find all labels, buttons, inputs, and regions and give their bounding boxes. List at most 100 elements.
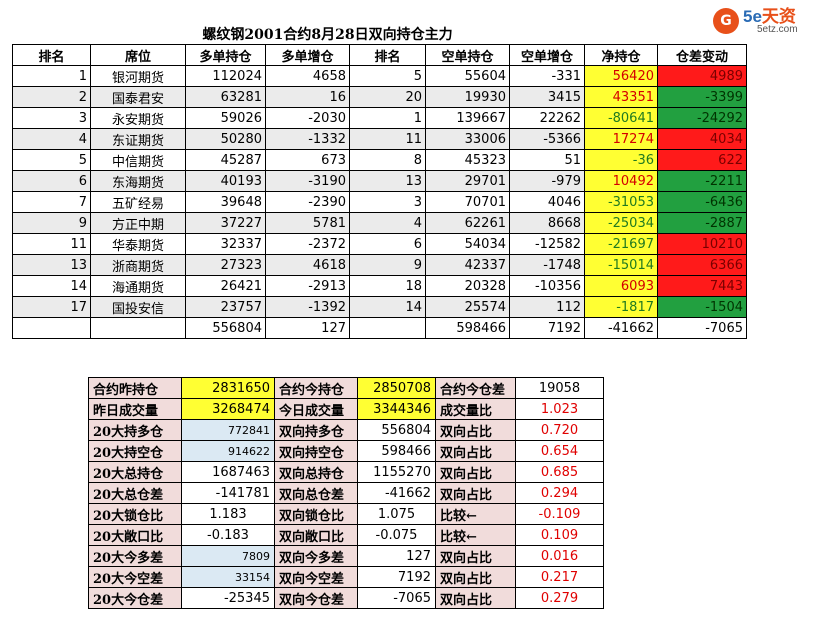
cell-short-change[interactable]: 3415 bbox=[509, 86, 585, 108]
summary-value[interactable]: 772841 bbox=[181, 419, 275, 441]
cell-short-position[interactable]: 42337 bbox=[425, 254, 510, 276]
summary-label[interactable]: 双向占比 bbox=[435, 461, 516, 483]
summary-label[interactable]: 20大持多仓 bbox=[88, 419, 182, 441]
cell-rank-long[interactable]: 9 bbox=[12, 212, 91, 234]
site-logo[interactable]: G 5e天资 5etz.com bbox=[713, 6, 798, 36]
cell-rank-long[interactable]: 2 bbox=[12, 86, 91, 108]
cell-long-change[interactable]: -2372 bbox=[265, 233, 350, 255]
header-rank-long[interactable]: 排名 bbox=[12, 44, 91, 66]
summary-value[interactable]: 556804 bbox=[357, 419, 436, 441]
summary-value[interactable]: -141781 bbox=[181, 482, 275, 504]
cell-short-position[interactable]: 33006 bbox=[425, 128, 510, 150]
cell-net-position[interactable]: 43351 bbox=[584, 86, 658, 108]
cell-short-change[interactable]: 112 bbox=[509, 296, 585, 318]
summary-value[interactable]: 0.109 bbox=[515, 524, 604, 546]
summary-value[interactable]: 914622 bbox=[181, 440, 275, 462]
summary-label[interactable]: 双向占比 bbox=[435, 419, 516, 441]
summary-value[interactable]: 19058 bbox=[515, 377, 604, 399]
summary-label[interactable]: 双向占比 bbox=[435, 587, 516, 609]
cell-net-position[interactable]: -1817 bbox=[584, 296, 658, 318]
cell-net-position[interactable]: -15014 bbox=[584, 254, 658, 276]
summary-label[interactable]: 双向占比 bbox=[435, 545, 516, 567]
cell-long-change[interactable]: -1392 bbox=[265, 296, 350, 318]
cell-seat[interactable]: 中信期货 bbox=[90, 149, 186, 171]
cell-net-change[interactable]: 4989 bbox=[657, 65, 747, 87]
cell-long-position[interactable]: 63281 bbox=[185, 86, 266, 108]
cell-long-change[interactable]: 673 bbox=[265, 149, 350, 171]
summary-label[interactable]: 20大今多差 bbox=[88, 545, 182, 567]
summary-label[interactable]: 双向今多差 bbox=[274, 545, 358, 567]
cell-rank-short[interactable]: 4 bbox=[349, 212, 426, 234]
summary-value[interactable]: -0.075 bbox=[357, 524, 436, 546]
total-net-change[interactable]: -7065 bbox=[657, 317, 747, 339]
cell-rank-short[interactable]: 14 bbox=[349, 296, 426, 318]
cell-short-change[interactable]: 4046 bbox=[509, 191, 585, 213]
cell-seat[interactable]: 东海期货 bbox=[90, 170, 186, 192]
summary-value[interactable]: 0.016 bbox=[515, 545, 604, 567]
cell-long-position[interactable]: 37227 bbox=[185, 212, 266, 234]
cell-short-position[interactable]: 70701 bbox=[425, 191, 510, 213]
cell-short-change[interactable]: -5366 bbox=[509, 128, 585, 150]
cell-rank-short[interactable]: 8 bbox=[349, 149, 426, 171]
summary-label[interactable]: 合约今仓差 bbox=[435, 377, 516, 399]
cell-net-position[interactable]: -36 bbox=[584, 149, 658, 171]
cell-net-position[interactable]: -25034 bbox=[584, 212, 658, 234]
summary-value[interactable]: 2850708 bbox=[357, 377, 436, 399]
cell-rank-long[interactable]: 7 bbox=[12, 191, 91, 213]
summary-value[interactable]: 2831650 bbox=[181, 377, 275, 399]
cell-long-position[interactable]: 59026 bbox=[185, 107, 266, 129]
cell-net-change[interactable]: -2887 bbox=[657, 212, 747, 234]
summary-label[interactable]: 比较← bbox=[435, 503, 516, 525]
cell-long-position[interactable]: 50280 bbox=[185, 128, 266, 150]
cell-long-position[interactable]: 26421 bbox=[185, 275, 266, 297]
cell-seat[interactable]: 方正中期 bbox=[90, 212, 186, 234]
total-rank-short[interactable] bbox=[349, 317, 426, 339]
summary-value[interactable]: 0.685 bbox=[515, 461, 604, 483]
summary-value[interactable]: 7809 bbox=[181, 545, 275, 567]
cell-short-position[interactable]: 20328 bbox=[425, 275, 510, 297]
header-long-change[interactable]: 多单增仓 bbox=[265, 44, 350, 66]
summary-value[interactable]: 1687463 bbox=[181, 461, 275, 483]
summary-value[interactable]: 33154 bbox=[181, 566, 275, 588]
summary-label[interactable]: 双向持空仓 bbox=[274, 440, 358, 462]
cell-long-change[interactable]: 16 bbox=[265, 86, 350, 108]
total-long-position[interactable]: 556804 bbox=[185, 317, 266, 339]
summary-label[interactable]: 20大持空仓 bbox=[88, 440, 182, 462]
cell-long-position[interactable]: 39648 bbox=[185, 191, 266, 213]
cell-rank-short[interactable]: 5 bbox=[349, 65, 426, 87]
cell-net-change[interactable]: 10210 bbox=[657, 233, 747, 255]
cell-short-change[interactable]: -979 bbox=[509, 170, 585, 192]
cell-rank-short[interactable]: 11 bbox=[349, 128, 426, 150]
cell-long-change[interactable]: -2913 bbox=[265, 275, 350, 297]
summary-label[interactable]: 今日成交量 bbox=[274, 398, 358, 420]
cell-short-change[interactable]: 22262 bbox=[509, 107, 585, 129]
cell-net-position[interactable]: -31053 bbox=[584, 191, 658, 213]
header-rank-short[interactable]: 排名 bbox=[349, 44, 426, 66]
summary-label[interactable]: 合约今持仓 bbox=[274, 377, 358, 399]
cell-net-change[interactable]: 622 bbox=[657, 149, 747, 171]
summary-label[interactable]: 20大今仓差 bbox=[88, 587, 182, 609]
cell-rank-short[interactable]: 18 bbox=[349, 275, 426, 297]
cell-net-change[interactable]: -6436 bbox=[657, 191, 747, 213]
total-rank-long[interactable] bbox=[12, 317, 91, 339]
cell-net-change[interactable]: -24292 bbox=[657, 107, 747, 129]
summary-value[interactable]: 0.217 bbox=[515, 566, 604, 588]
cell-long-change[interactable]: 5781 bbox=[265, 212, 350, 234]
summary-value[interactable]: 1.075 bbox=[357, 503, 436, 525]
cell-short-change[interactable]: -12582 bbox=[509, 233, 585, 255]
cell-seat[interactable]: 浙商期货 bbox=[90, 254, 186, 276]
total-net-position[interactable]: -41662 bbox=[584, 317, 658, 339]
summary-label[interactable]: 双向总仓差 bbox=[274, 482, 358, 504]
cell-short-position[interactable]: 139667 bbox=[425, 107, 510, 129]
cell-short-change[interactable]: -10356 bbox=[509, 275, 585, 297]
summary-label[interactable]: 双向今仓差 bbox=[274, 587, 358, 609]
summary-label[interactable]: 20大总持仓 bbox=[88, 461, 182, 483]
summary-value[interactable]: 127 bbox=[357, 545, 436, 567]
header-net-position[interactable]: 净持仓 bbox=[584, 44, 658, 66]
summary-label[interactable]: 昨日成交量 bbox=[88, 398, 182, 420]
cell-short-change[interactable]: 8668 bbox=[509, 212, 585, 234]
summary-label[interactable]: 双向锁仓比 bbox=[274, 503, 358, 525]
cell-net-change[interactable]: -3399 bbox=[657, 86, 747, 108]
cell-net-change[interactable]: 4034 bbox=[657, 128, 747, 150]
cell-seat[interactable]: 国泰君安 bbox=[90, 86, 186, 108]
